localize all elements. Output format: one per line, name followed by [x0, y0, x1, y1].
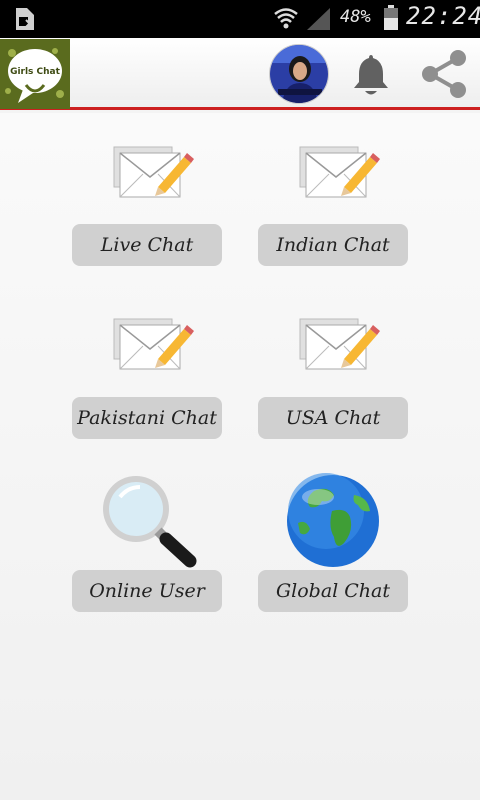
magnifier-icon[interactable] — [98, 471, 198, 569]
online-user-button[interactable]: Online User — [72, 570, 222, 612]
envelope-pencil-icon[interactable] — [296, 317, 380, 371]
sim-missing-icon — [16, 8, 34, 30]
envelope-pencil-icon[interactable] — [296, 145, 380, 199]
girls-chat-logo[interactable]: Girls Chat — [0, 39, 70, 109]
pakistani-chat-button[interactable]: Pakistani Chat — [72, 397, 222, 439]
logo-text: Girls Chat — [10, 67, 61, 77]
chat-menu: Live Chat Indian Chat Pakistani Chat USA… — [0, 113, 480, 800]
clock: 22:24 — [406, 2, 480, 30]
globe-icon[interactable] — [284, 473, 382, 569]
battery-icon — [384, 5, 398, 30]
status-bar: 48% 22:24 — [0, 0, 480, 38]
indian-chat-button[interactable]: Indian Chat — [258, 224, 408, 266]
avatar[interactable] — [269, 44, 329, 104]
envelope-pencil-icon[interactable] — [110, 317, 194, 371]
share-icon[interactable] — [418, 48, 470, 100]
bell-icon[interactable] — [350, 52, 392, 98]
usa-chat-button[interactable]: USA Chat — [258, 397, 408, 439]
wifi-icon — [274, 8, 298, 29]
app-bar: Girls Chat — [0, 38, 480, 110]
live-chat-button[interactable]: Live Chat — [72, 224, 222, 266]
signal-icon — [307, 8, 330, 30]
global-chat-button[interactable]: Global Chat — [258, 570, 408, 612]
envelope-pencil-icon[interactable] — [110, 145, 194, 199]
battery-percent: 48% — [340, 7, 371, 27]
